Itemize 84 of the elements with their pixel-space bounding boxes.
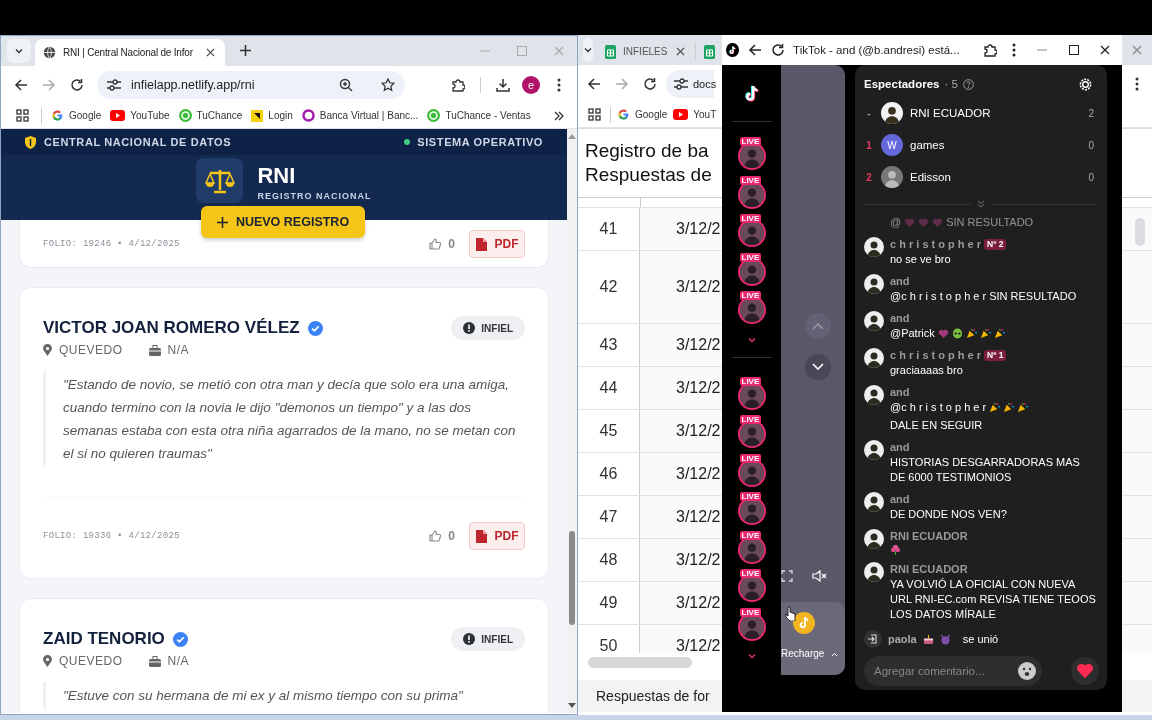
city-text: QUEVEDO <box>59 654 123 668</box>
live-badge: LIVE <box>739 415 762 424</box>
live-badge: LIVE <box>739 175 762 185</box>
like-button[interactable]: 0 <box>429 529 455 543</box>
message-text: @ <box>890 215 902 230</box>
sheet-tab[interactable]: Respuestas de for <box>596 688 710 704</box>
username: paola <box>888 631 917 647</box>
testimony-quote: "Estando de novio, se metió con otra man y decía que solo era una amiga, cuando termino con la novia le dijo "demonos un tiempo" y a las dos semanas estaba con esta otra niña agarrados de la mano, no se metan con el si no quieren traumas" <box>43 371 525 467</box>
bookmark[interactable]: YouTube <box>110 110 170 121</box>
message-text: @Patrick <box>890 326 935 341</box>
viewer-score: 0 <box>1088 171 1094 183</box>
message-text: HISTORIAS DESGARRADORAS MAS DE 6000 TESTIMONIOS <box>890 455 1081 485</box>
profile-button[interactable]: e <box>517 70 545 99</box>
rank-number: 2 <box>865 171 873 183</box>
viewer-score: 2 <box>1088 107 1094 119</box>
job-text: N/A <box>167 654 190 668</box>
sheet-subtitle: Respuestas de <box>585 163 712 187</box>
testimony-quote: "Estuve con su hermana de mi ex y al mismo tiempo con su prima" <box>43 682 525 709</box>
job-text: N/A <box>167 343 190 357</box>
live-badge: LIVE <box>739 252 762 262</box>
bookmark[interactable]: Login <box>251 109 293 122</box>
comment-field[interactable]: Agregar comentario... <box>864 656 1042 686</box>
recharge-card[interactable]: Recharge <box>781 602 845 675</box>
bookmark[interactable]: Google <box>51 109 102 122</box>
live-badge: LIVE <box>739 214 762 223</box>
address-bar[interactable]: infielapp.netlify.app/rni <box>97 70 405 99</box>
brand-title: RNI <box>257 164 297 188</box>
message-text: DE DONDE NOS VEN? <box>890 507 1007 522</box>
live-badge: LIVE <box>739 291 762 300</box>
username: c h r i s t o p h e r <box>890 237 982 252</box>
folio-text: FOLIO: 19336 • 4/12/2025 <box>43 531 180 541</box>
viewers-title: Espectadores <box>864 78 940 90</box>
address-bar[interactable]: docs <box>666 69 714 98</box>
username: and <box>890 440 910 455</box>
live-badge: LIVE <box>739 137 762 146</box>
live-badge: LIVE <box>739 376 762 386</box>
person-name: ZAID TENORIO <box>43 629 165 649</box>
viewers-count: · 5 <box>944 78 958 90</box>
bookmark[interactable]: Banca Virtual | Banc... <box>301 109 419 122</box>
username: and <box>890 385 910 400</box>
person-name: VICTOR JOAN ROMERO VÉLEZ <box>43 318 300 338</box>
pdf-button[interactable]: PDF <box>469 230 525 258</box>
bookmark[interactable]: Google <box>617 108 668 121</box>
rank-badge: Nº 1 <box>984 350 1007 361</box>
live-badge: LIVE <box>739 453 762 463</box>
viewer-name: RNI ECUADOR <box>910 107 991 119</box>
live-badge: LIVE <box>739 607 762 617</box>
status-tag: INFIEL <box>451 627 525 651</box>
new-record-button[interactable]: NUEVO REGISTRO <box>201 206 365 238</box>
live-badge: LIVE <box>739 530 762 540</box>
username: RNI ECUADOR <box>890 562 968 577</box>
message-text: DALE EN SEGUIR <box>890 418 983 433</box>
rank-badge: Nº 2 <box>984 239 1007 250</box>
username: and <box>890 274 910 289</box>
live-badge: LIVE <box>739 492 762 501</box>
rank-number: 1 <box>865 139 873 151</box>
brand-subtitle: REGISTRO NACIONAL <box>257 191 372 201</box>
sheet-title: Registro de ba <box>585 139 709 163</box>
browser-tab[interactable]: INFIELES <box>597 38 696 65</box>
header-label: CENTRAL NACIONAL DE DATOS <box>44 136 232 148</box>
folio-text: FOLIO: 19246 • 4/12/2025 <box>43 239 180 249</box>
browser-tab[interactable]: RNI | Central Nacional de Infor <box>35 39 225 66</box>
profile-avatar: e <box>522 75 540 94</box>
rank-number: - <box>866 107 872 119</box>
username: c h r i s t o p h e r <box>890 348 982 363</box>
message-text: SIN RESULTADO <box>946 215 1034 230</box>
live-badge: LIVE <box>739 569 762 578</box>
join-text: se unió <box>962 631 999 647</box>
bookmark[interactable]: TuChance - Ventas <box>427 109 531 122</box>
message-text: @c h r i s t o p h e r SIN RESULTADO <box>890 289 1077 304</box>
message-text: no se ve bro <box>890 252 951 267</box>
viewer-avatar: W <box>881 134 903 156</box>
city-text: QUEVEDO <box>59 343 123 357</box>
username: and <box>890 311 910 326</box>
window-title: TikTok - and (@b.andresi) está... <box>793 44 960 56</box>
bookmark[interactable]: YouT <box>673 109 717 120</box>
status-text: SISTEMA OPERATIVO <box>417 136 543 148</box>
viewer-name: games <box>910 139 945 151</box>
like-button[interactable]: 0 <box>429 237 455 251</box>
viewer-score: 0 <box>1088 139 1094 151</box>
status-tag: INFIEL <box>451 316 525 340</box>
pdf-button[interactable]: PDF <box>469 522 525 550</box>
bookmark[interactable]: TuChance <box>178 109 243 122</box>
viewer-name: Edisson <box>910 171 951 183</box>
